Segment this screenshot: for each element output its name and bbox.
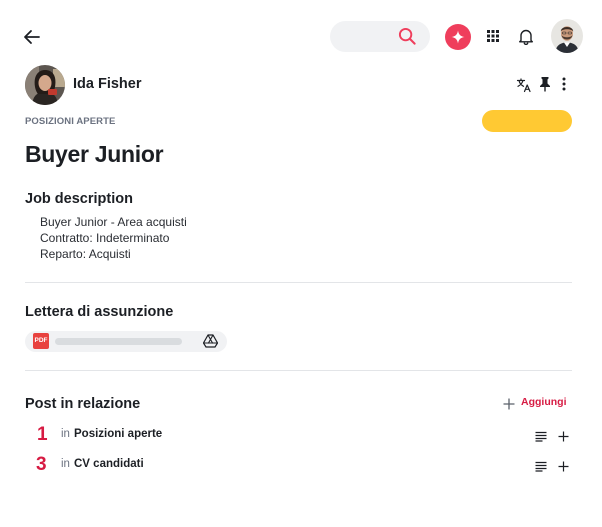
- related-list-button[interactable]: [535, 459, 547, 472]
- related-posts-heading: Post in relazione: [25, 396, 141, 412]
- job-description-body: Buyer Junior - Area acquisti Contratto: …: [40, 214, 187, 262]
- page-title: Buyer Junior: [25, 141, 164, 167]
- apps-grid-button[interactable]: [486, 29, 500, 43]
- attachment-filename-placeholder: [55, 338, 182, 345]
- user-avatar-image: [551, 19, 583, 53]
- more-vertical-icon: [562, 77, 566, 91]
- notifications-button[interactable]: [518, 28, 534, 46]
- translate-button[interactable]: [516, 77, 532, 93]
- section-divider: [25, 370, 572, 371]
- section-divider: [25, 282, 572, 283]
- job-description-line: Reparto: Acquisti: [40, 247, 131, 261]
- sparkle-icon: [451, 30, 465, 44]
- related-channel-link[interactable]: Posizioni aperte: [74, 428, 162, 440]
- pin-button[interactable]: [538, 76, 552, 92]
- more-options-button[interactable]: [559, 76, 569, 92]
- back-button[interactable]: [20, 25, 44, 49]
- attachment-heading: Lettera di assunzione: [25, 304, 174, 320]
- plus-icon: [558, 431, 569, 442]
- user-avatar[interactable]: [551, 19, 583, 53]
- pdf-file-icon: PDF: [33, 333, 49, 349]
- related-count: 1: [37, 424, 48, 445]
- google-drive-button[interactable]: [202, 334, 219, 348]
- translate-icon: [516, 78, 531, 93]
- plus-icon: [558, 461, 569, 472]
- back-arrow-icon: [24, 30, 40, 44]
- related-add-button[interactable]: [558, 459, 569, 472]
- search-icon: [398, 27, 416, 45]
- post-category[interactable]: POSIZIONI APERTE: [25, 116, 115, 127]
- plus-icon: [503, 398, 515, 410]
- job-description-line: Buyer Junior - Area acquisti: [40, 215, 187, 229]
- author-name[interactable]: Ida Fisher: [73, 76, 142, 92]
- pin-icon: [540, 77, 550, 92]
- list-icon: [535, 431, 547, 442]
- google-drive-icon: [202, 334, 219, 348]
- add-related-label[interactable]: Aggiungi: [521, 396, 567, 408]
- related-count: 3: [36, 454, 47, 475]
- related-list-button[interactable]: [535, 429, 547, 442]
- author-avatar[interactable]: [25, 65, 65, 105]
- author-avatar-image: [25, 65, 65, 105]
- related-prefix: in: [61, 458, 70, 470]
- job-description-heading: Job description: [25, 191, 133, 207]
- search-input[interactable]: [330, 21, 430, 52]
- related-channel-link[interactable]: CV candidati: [74, 458, 144, 470]
- ai-assistant-button[interactable]: [445, 24, 471, 50]
- related-add-button[interactable]: [558, 429, 569, 442]
- add-related-button[interactable]: [503, 397, 515, 410]
- apps-grid-icon: [487, 30, 499, 42]
- list-icon: [535, 461, 547, 472]
- status-badge[interactable]: [482, 110, 572, 132]
- related-prefix: in: [61, 428, 70, 440]
- job-description-line: Contratto: Indeterminato: [40, 231, 170, 245]
- bell-icon: [519, 29, 533, 46]
